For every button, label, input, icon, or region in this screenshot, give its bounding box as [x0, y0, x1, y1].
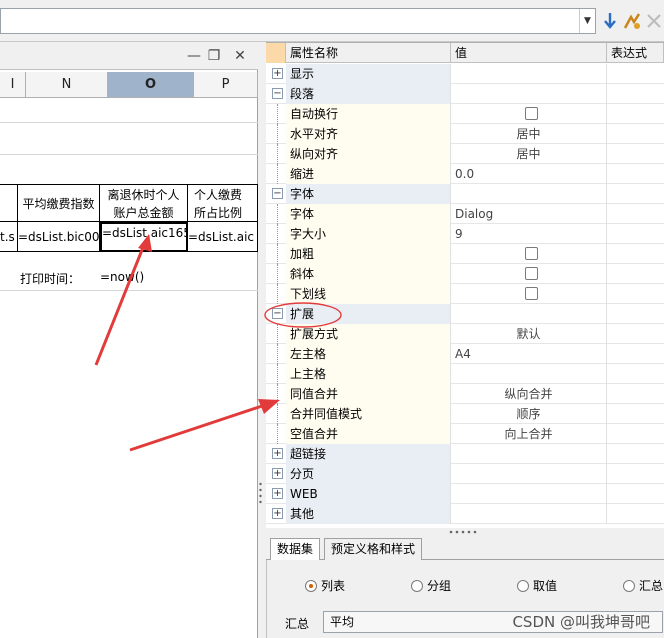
arrow-line	[129, 402, 269, 452]
arrow-head	[258, 399, 280, 414]
annotation-overlay	[94, 234, 342, 452]
arrow-line	[94, 239, 148, 366]
highlight-circle	[264, 302, 342, 328]
arrow-head	[138, 234, 152, 252]
